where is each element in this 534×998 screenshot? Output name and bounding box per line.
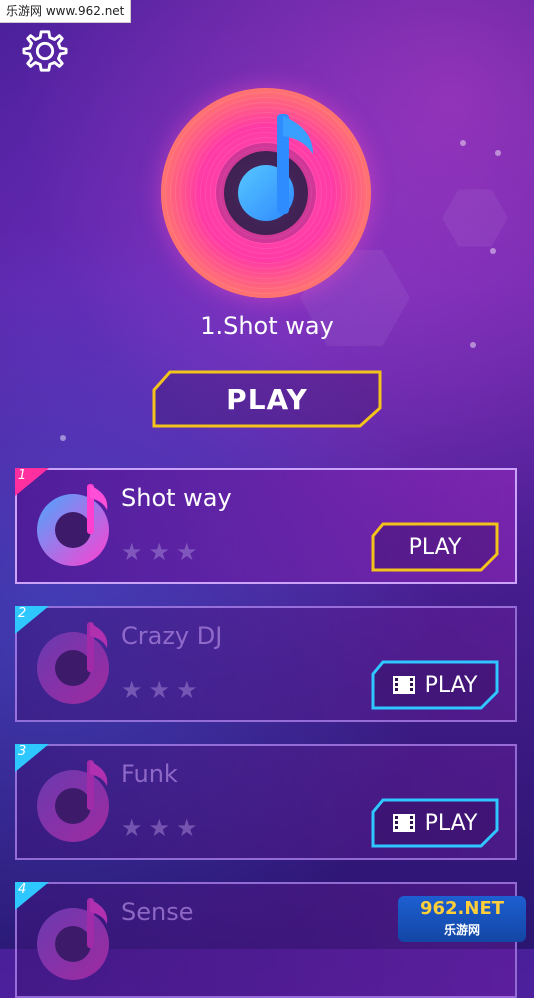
music-note-icon xyxy=(87,898,108,948)
song-name: Funk xyxy=(121,760,178,788)
watch-ad-play-button[interactable]: PLAY xyxy=(371,660,499,710)
song-number-ribbon: 2 xyxy=(15,606,49,634)
gear-icon xyxy=(22,30,68,72)
settings-button[interactable] xyxy=(22,28,68,74)
watch-ad-play-button[interactable]: PLAY xyxy=(371,798,499,848)
watermark-top: 乐游网 www.962.net xyxy=(0,0,132,23)
music-note-icon xyxy=(87,622,108,672)
film-icon xyxy=(392,676,415,694)
song-stars: ★★★ xyxy=(121,538,204,566)
music-note-icon xyxy=(277,114,313,214)
song-number: 1 xyxy=(18,468,27,483)
song-play-label: PLAY xyxy=(371,522,499,572)
background-dot xyxy=(470,342,476,348)
song-number: 4 xyxy=(18,882,27,897)
song-name: Sense xyxy=(121,898,194,926)
background-hexagon xyxy=(442,189,508,247)
song-play-button[interactable]: PLAY xyxy=(371,522,499,572)
background-dot xyxy=(460,140,466,146)
background-dot xyxy=(60,435,66,441)
watermark-sub: 乐游网 xyxy=(443,923,480,937)
song-play-text: PLAY xyxy=(424,672,478,698)
song-play-text: PLAY xyxy=(424,810,478,836)
song-number: 2 xyxy=(18,606,27,621)
song-stars: ★★★ xyxy=(121,676,204,704)
main-play-label: PLAY xyxy=(226,382,308,416)
music-note-icon xyxy=(87,760,108,810)
album-vinyl xyxy=(161,88,371,298)
song-number-ribbon: 3 xyxy=(15,744,49,772)
current-song-title: 1.Shot way xyxy=(200,312,334,340)
main-play-button[interactable]: PLAY xyxy=(152,370,382,428)
song-number: 3 xyxy=(18,744,27,759)
song-name: Crazy DJ xyxy=(121,622,223,650)
song-card[interactable]: 3 Funk ★★★ PLAY xyxy=(15,744,517,860)
watermark-bottom: 962.NET 乐游网 xyxy=(398,896,526,942)
background-dot xyxy=(490,248,496,254)
music-note-icon xyxy=(87,484,108,534)
song-card[interactable]: 2 Crazy DJ ★★★ PLAY xyxy=(15,606,517,722)
song-play-label: PLAY xyxy=(371,798,499,848)
song-stars: ★★★ xyxy=(121,814,204,842)
song-number-ribbon: 4 xyxy=(15,882,49,910)
watermark-logo: 962.NET xyxy=(419,898,505,919)
song-card[interactable]: 1 Shot way ★★★ PLAY xyxy=(15,468,517,584)
film-icon xyxy=(392,814,415,832)
song-name: Shot way xyxy=(121,484,232,512)
song-play-text: PLAY xyxy=(408,534,462,560)
song-number-ribbon: 1 xyxy=(15,468,49,496)
song-play-label: PLAY xyxy=(371,660,499,710)
background-dot xyxy=(495,150,501,156)
